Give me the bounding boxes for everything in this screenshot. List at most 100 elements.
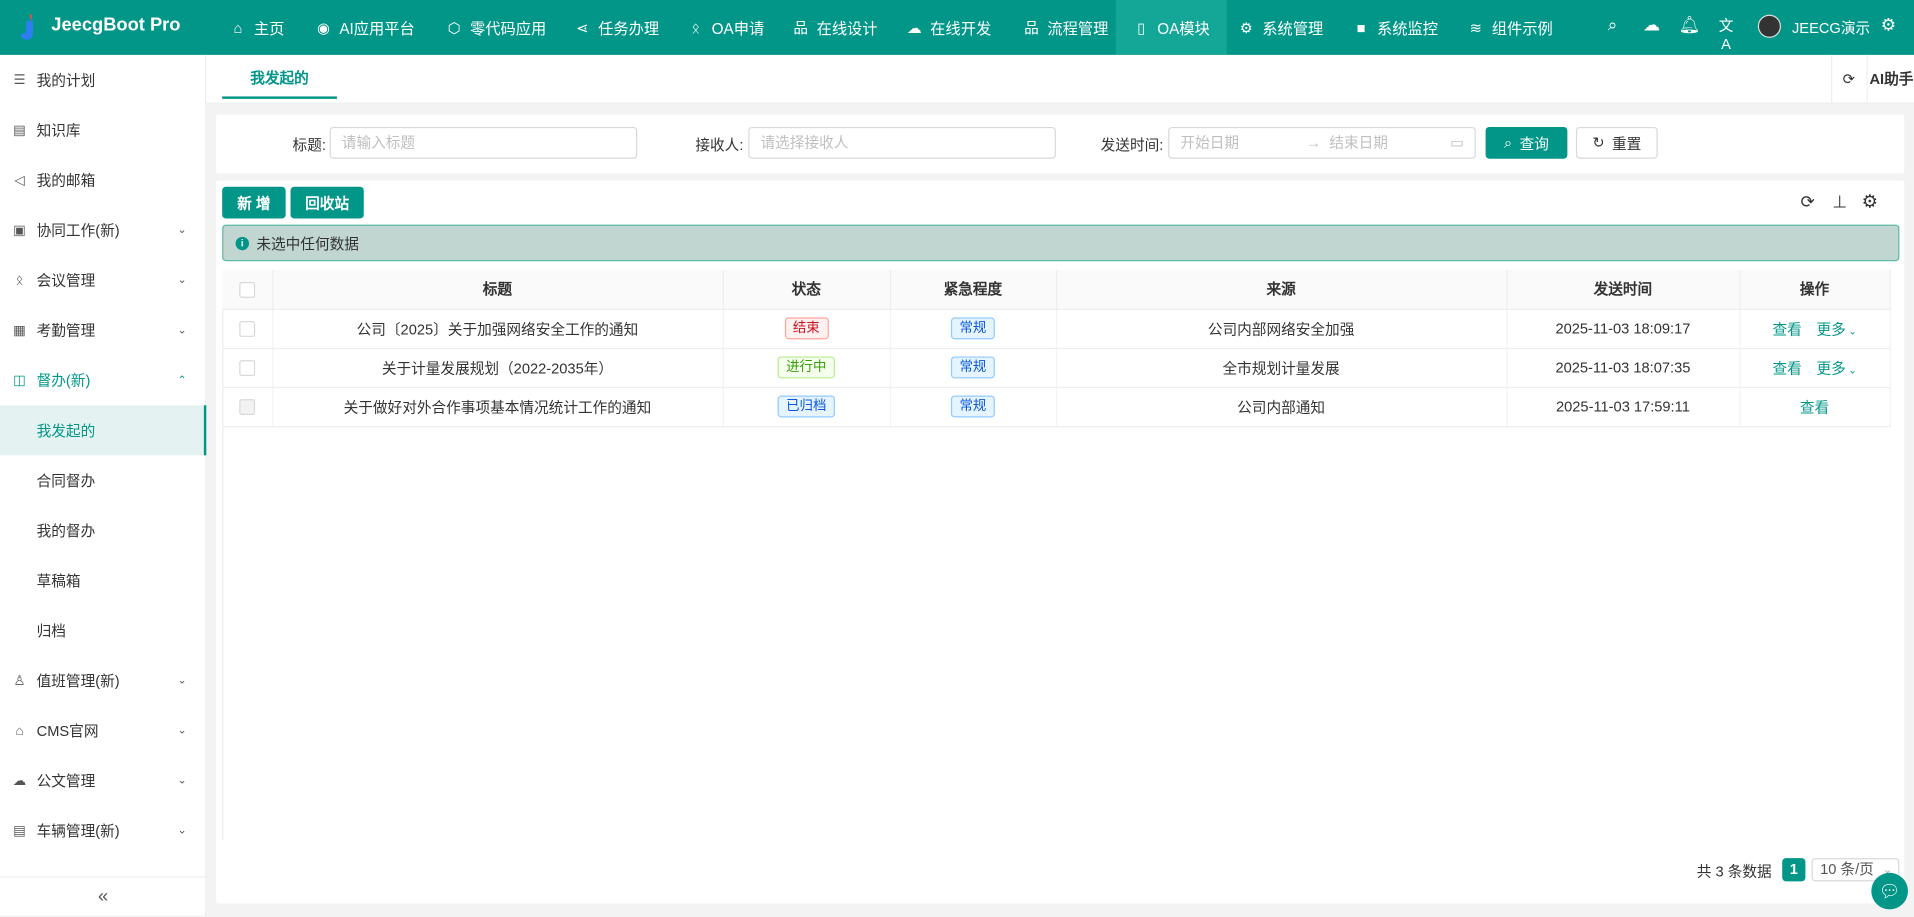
query-button[interactable]: ⌕ 查询 bbox=[1485, 126, 1568, 159]
settings-icon[interactable]: ⚙ bbox=[1862, 190, 1878, 213]
sidebar-item[interactable]: ☁ 公文管理 ⌄ bbox=[0, 756, 206, 806]
source-cell: 公司内部通知 bbox=[1055, 386, 1507, 427]
chat-float-button[interactable]: 💬︎ bbox=[1871, 872, 1908, 910]
menu-icon: ▤ bbox=[13, 823, 26, 839]
status-cell: 进行中 bbox=[722, 347, 891, 388]
recycle-bin-button[interactable]: 回收站 bbox=[290, 186, 364, 219]
sidebar-item[interactable]: 草稿箱 bbox=[0, 555, 206, 605]
collapse-sidebar-button[interactable]: « bbox=[0, 876, 207, 915]
column-header: 标题 bbox=[272, 269, 724, 310]
gear-icon[interactable]: ⚙ bbox=[1877, 15, 1899, 36]
sidebar-item[interactable]: ⌂ CMS官网 ⌄ bbox=[0, 706, 206, 756]
nav-gear-9[interactable]: ⚙ 系统管理 bbox=[1228, 0, 1333, 55]
avatar[interactable] bbox=[1757, 14, 1782, 38]
chevron-down-icon: ⌄ bbox=[177, 273, 187, 286]
sidebar-item[interactable]: ◫ 督办(新) ⌃ bbox=[0, 355, 206, 405]
view-link[interactable]: 查看 bbox=[1772, 320, 1801, 337]
info-icon: i bbox=[235, 236, 250, 250]
nav-home-0[interactable]: ⌂ 主页 bbox=[220, 0, 294, 55]
action-label: 更多 bbox=[1816, 359, 1846, 377]
sidebar-item-label: 公文管理 bbox=[36, 772, 96, 790]
nav-sitemap-7[interactable]: 品流程管理 bbox=[1013, 0, 1118, 55]
action-label: 更多 bbox=[1816, 320, 1846, 338]
ai-assistant-button[interactable]: AI助手 bbox=[1866, 54, 1914, 104]
column-header: 状态 bbox=[722, 269, 891, 310]
sidebar-item-label: 合同督办 bbox=[36, 472, 96, 490]
menu-icon: ⌂ bbox=[15, 723, 24, 738]
nav-label: OA申请 bbox=[711, 20, 765, 38]
sidebar-item[interactable]: ▤ 车辆管理(新) ⌄ bbox=[0, 806, 206, 856]
sidebar-item[interactable]: ▣ 协同工作(新) ⌄ bbox=[0, 205, 206, 255]
sidebar-item[interactable]: 我的督办 bbox=[0, 505, 206, 555]
tab-my-initiated[interactable]: 我发起的 bbox=[222, 55, 337, 99]
nav-person-4[interactable]: ᛟ OA申请 bbox=[677, 0, 774, 55]
column-header: 发送时间 bbox=[1506, 269, 1741, 310]
column-height-icon[interactable]: ⊥ bbox=[1832, 192, 1847, 213]
page-1-button[interactable]: 1 bbox=[1782, 858, 1806, 882]
source-cell: 全市规划计量发展 bbox=[1055, 347, 1507, 388]
refresh-icon[interactable]: ⟳ bbox=[1801, 192, 1815, 213]
action-label: 查看 bbox=[1772, 359, 1802, 377]
sidebar-item[interactable]: ᛟ 会议管理 ⌄ bbox=[0, 255, 206, 305]
nav-cube-2[interactable]: ⬡ 零代码应用 bbox=[436, 0, 556, 55]
urgency-badge: 常规 bbox=[950, 356, 995, 379]
select-all-checkbox[interactable] bbox=[222, 269, 273, 310]
refresh-icon[interactable]: ⟳ bbox=[1831, 54, 1865, 104]
nav-label: AI应用平台 bbox=[339, 20, 415, 38]
action-label: 查看 bbox=[1799, 398, 1830, 416]
sidebar-item-label: 归档 bbox=[36, 622, 66, 640]
view-link[interactable]: 查看 bbox=[1772, 359, 1801, 376]
row-checkbox[interactable] bbox=[222, 386, 273, 427]
nav-label: 系统监控 bbox=[1376, 20, 1439, 38]
sidebar-item[interactable]: ◁ 我的邮箱 bbox=[0, 155, 206, 205]
title-input[interactable]: 请输入标题 bbox=[329, 126, 638, 159]
start-date-input[interactable]: 开始日期 bbox=[1180, 134, 1239, 151]
sidebar-item-label: 督办(新) bbox=[36, 372, 91, 390]
search-form: 标题: 请输入标题 接收人: 请选择接收人 发送时间: 开始日期 → 结束日期 … bbox=[216, 114, 1905, 174]
more-dropdown[interactable]: 更多 ⌄ bbox=[1816, 359, 1856, 376]
end-date-input[interactable]: 结束日期 bbox=[1329, 128, 1388, 157]
sidebar-item[interactable]: ♙ 值班管理(新) ⌄ bbox=[0, 656, 206, 706]
sidebar-item-label: CMS官网 bbox=[36, 722, 99, 740]
sidebar-item-label: 车辆管理(新) bbox=[36, 822, 120, 840]
nav-share-3[interactable]: ⋖ 任务办理 bbox=[564, 0, 669, 55]
sidebar-item-label: 知识库 bbox=[36, 122, 81, 140]
receiver-select[interactable]: 请选择接收人 bbox=[748, 126, 1056, 159]
sidebar-item[interactable]: ▦ 考勤管理 ⌄ bbox=[0, 305, 206, 355]
column-header: 紧急程度 bbox=[889, 269, 1057, 310]
nav-sitemap-5[interactable]: 品在线设计 bbox=[782, 0, 887, 55]
sidebar-item[interactable]: 归档 bbox=[0, 605, 206, 655]
nav-ai-1[interactable]: ◉ AI应用平台 bbox=[305, 0, 424, 55]
view-link[interactable]: 查看 bbox=[1800, 399, 1829, 416]
nav-cloud-6[interactable]: ☁ 在线开发 bbox=[896, 0, 1001, 55]
bell-icon[interactable]: 🔔︎ bbox=[1678, 15, 1701, 36]
translate-icon[interactable]: 文A bbox=[1715, 15, 1737, 53]
chevron-down-icon: ⌄ bbox=[177, 323, 187, 336]
menu-icon: ◁ bbox=[14, 173, 25, 188]
nav-label: 零代码应用 bbox=[469, 20, 547, 38]
sidebar-item[interactable]: ☰ 我的计划 bbox=[0, 55, 206, 105]
nav-layers-11[interactable]: ≋ 组件示例 bbox=[1458, 0, 1563, 55]
reset-button[interactable]: ↻ 重置 bbox=[1575, 126, 1658, 159]
reset-label: 重置 bbox=[1611, 134, 1642, 152]
time-cell: 2025-11-03 18:07:35 bbox=[1506, 347, 1741, 388]
row-checkbox[interactable] bbox=[222, 308, 273, 349]
urgency-cell: 常规 bbox=[889, 386, 1057, 427]
urgency-cell: 常规 bbox=[889, 347, 1057, 388]
sidebar-item[interactable]: 合同督办 bbox=[0, 455, 206, 505]
send-time-label: 发送时间: bbox=[1100, 136, 1164, 154]
sidebar-item[interactable]: 我发起的 bbox=[0, 405, 207, 456]
add-button[interactable]: 新 增 bbox=[222, 186, 286, 219]
sidebar-item[interactable]: ▤ 知识库 bbox=[0, 105, 206, 155]
user-name[interactable]: JEECG演示 bbox=[1792, 17, 1870, 38]
row-checkbox[interactable] bbox=[222, 347, 273, 388]
column-header: 操作 bbox=[1739, 269, 1891, 310]
date-range-picker[interactable]: 开始日期 → 结束日期 ▭ bbox=[1168, 126, 1476, 159]
more-dropdown[interactable]: 更多 ⌄ bbox=[1816, 320, 1856, 337]
home-icon: ⌂ bbox=[233, 18, 243, 37]
nav-label: 组件示例 bbox=[1491, 20, 1553, 38]
search-icon[interactable]: ⌕ bbox=[1602, 15, 1624, 36]
nav-phone-8[interactable]: ▯ OA模块 bbox=[1115, 0, 1227, 55]
nav-camera-10[interactable]: ■ 系统监控 bbox=[1343, 0, 1448, 55]
cloud-upload-icon[interactable]: ☁ bbox=[1641, 15, 1663, 36]
